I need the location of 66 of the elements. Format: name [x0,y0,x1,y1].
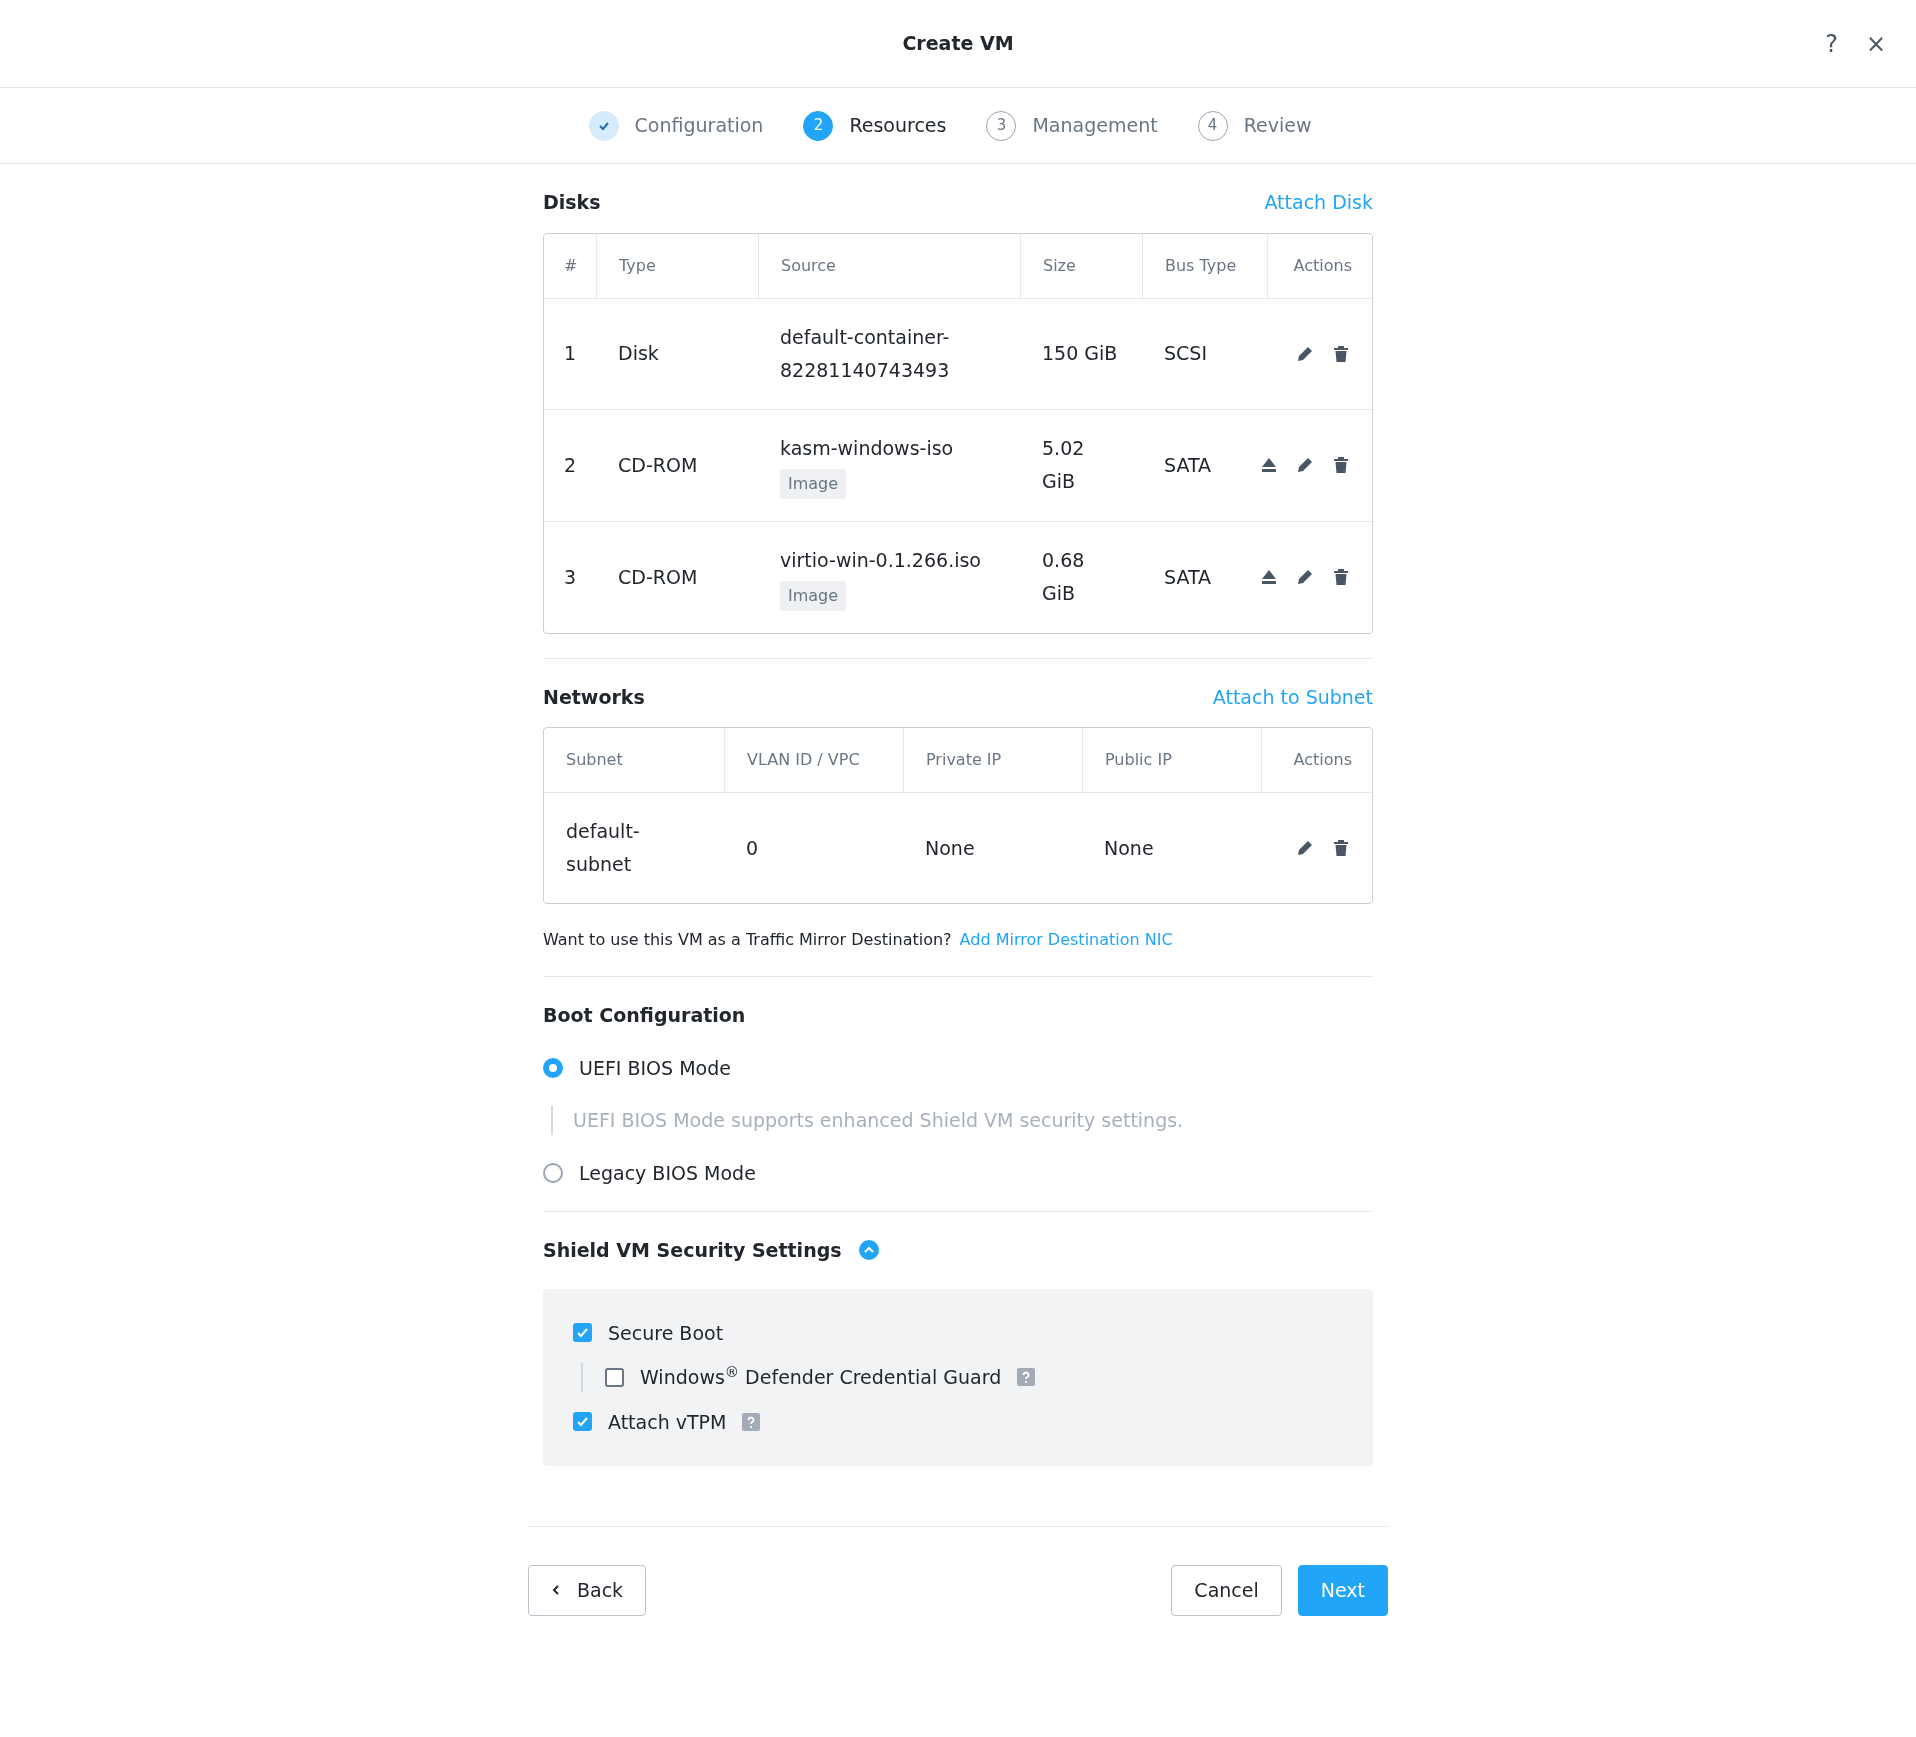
table-cell-text: None [1103,835,1155,861]
column-header: Size [1020,233,1142,298]
section-title: Shield VM Security Settings [543,1238,842,1263]
table-cell-text: CD-ROM [617,452,699,478]
image-tag: Image [780,468,847,499]
section-title: Networks [543,684,645,710]
check-icon [576,1415,589,1429]
table-cell-text: CD-ROM [617,564,699,590]
column-header: Type [596,233,758,298]
mirror-prompt: Want to use this VM as a Traffic Mirror Destination? [543,929,952,951]
table-cell-text: None [924,835,976,861]
step-label[interactable]: Management [1032,111,1158,140]
attach-disk-link[interactable]: Attach Disk [1264,188,1373,217]
checkbox-label: Secure Boot [608,1320,724,1346]
collapse-toggle-icon[interactable] [857,1239,880,1262]
check-icon [576,1326,589,1340]
table-cell-text: SATA [1163,564,1213,590]
table-cell-text: kasm-windows-iso [780,435,955,461]
column-header: Source [758,233,1020,298]
table-cell-text: 1 [563,341,578,366]
table-cell-text: default-container-82281140743493 [780,324,951,383]
column-header: VLAN ID / VPC [724,728,903,792]
step-label[interactable]: Resources [849,111,947,140]
option-label: UEFI BIOS Mode [579,1055,731,1081]
checkbox[interactable] [573,1412,592,1432]
mirror-link[interactable]: Add Mirror Destination NIC [959,928,1173,952]
option-note: UEFI BIOS Mode supports enhanced Shield VM security settings. [573,1109,1184,1131]
help-button[interactable]: ? [1815,22,1848,66]
table-cell-text: 2 [563,452,578,478]
checkbox[interactable] [605,1367,624,1387]
table-cell-text: 3 [563,564,578,590]
next-button[interactable]: Next [1297,1565,1388,1616]
table-cell-text: 5.02 GiB [1041,436,1086,494]
step-label[interactable]: Review [1243,111,1312,140]
section-title: Disks [543,190,601,215]
window-title: Create VM [902,31,1014,57]
column-header: Subnet [565,749,624,771]
column-header: Private IP [903,728,1082,792]
attach-subnet-link[interactable]: Attach to Subnet [1212,682,1373,711]
option-label: Legacy BIOS Mode [579,1160,756,1186]
radio-button[interactable] [543,1057,563,1078]
radio-button[interactable] [543,1162,563,1183]
cancel-button[interactable]: Cancel [1171,1565,1282,1616]
checkbox[interactable] [573,1323,592,1343]
table-cell-text: Disk [617,341,660,366]
image-tag: Image [780,580,847,611]
checkbox-label: Attach vTPM [608,1409,727,1435]
table-cell-text: SATA [1163,452,1213,478]
column-header: Public IP [1082,728,1261,792]
step-label[interactable]: Configuration [634,111,764,140]
table-cell-text: default-subnet [565,819,641,877]
column-header: # [563,254,579,277]
column-header: Actions [1261,728,1372,792]
table-cell-text: 0.68 GiB [1041,548,1086,606]
close-button[interactable]: × [1855,22,1896,66]
back-button[interactable]: Back [528,1565,647,1616]
section-title: Boot Configuration [543,1003,747,1028]
step-number: 2 [803,110,834,141]
table-cell-text: 0 [745,835,760,861]
column-header: Bus Type [1142,233,1267,298]
table-cell-text: virtio-win-0.1.266.iso [780,547,982,573]
chevron-left-icon [551,1584,561,1597]
table-cell-text: 150 GiB [1041,341,1119,366]
table-cell-text: SCSI [1163,341,1208,366]
checkbox-label: Windows$^{®}$ Defender Credential Guard [640,1363,1002,1390]
column-header: Actions [1267,233,1372,298]
